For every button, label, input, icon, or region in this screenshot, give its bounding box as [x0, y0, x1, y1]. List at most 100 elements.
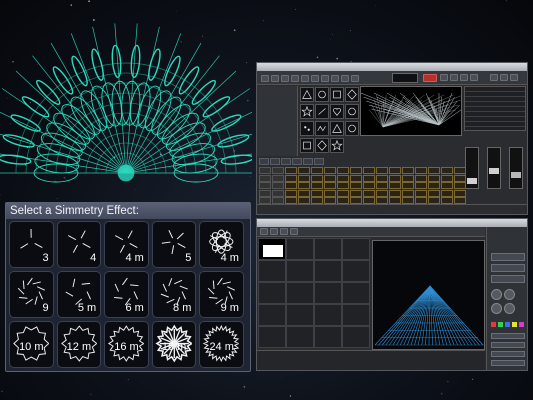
sequence-cell[interactable]	[376, 167, 388, 174]
frame-cell[interactable]	[342, 282, 370, 304]
sequence-cell[interactable]	[441, 197, 453, 204]
size-fader[interactable]	[487, 147, 501, 189]
toolbar-button[interactable]	[290, 228, 298, 235]
toolbar-button[interactable]	[261, 75, 269, 82]
toolbar-button[interactable]	[301, 75, 309, 82]
sequence-cell[interactable]	[350, 182, 362, 189]
sequence-cell[interactable]	[272, 182, 284, 189]
shape-thumbnail[interactable]	[345, 87, 359, 102]
frame-cell[interactable]	[314, 260, 342, 282]
slider-track[interactable]	[491, 342, 525, 348]
frame-cell[interactable]	[314, 282, 342, 304]
sequence-cell[interactable]	[337, 174, 349, 182]
sequence-tab[interactable]	[292, 158, 302, 165]
sequence-cell[interactable]	[441, 182, 453, 189]
frame-cell[interactable]	[258, 260, 286, 282]
sequence-cell[interactable]	[298, 167, 310, 174]
symmetry-option-7[interactable]: 5 m	[56, 271, 102, 318]
color-swatch-green[interactable]	[498, 322, 503, 327]
toolbar-button[interactable]	[460, 74, 468, 81]
shape-thumbnail[interactable]	[315, 104, 329, 119]
rotation-knob[interactable]	[491, 289, 502, 300]
sequence-cell[interactable]	[285, 182, 297, 189]
frame-cell[interactable]	[286, 326, 314, 348]
symmetry-option-12[interactable]: 12 m	[56, 321, 102, 368]
symmetry-option-6[interactable]: 9	[9, 271, 54, 318]
sequence-cell[interactable]	[428, 167, 440, 174]
sequence-cell[interactable]	[259, 167, 271, 174]
symmetry-option-3[interactable]: 4 m	[104, 221, 149, 268]
color-swatch-yellow[interactable]	[512, 322, 517, 327]
sequence-cell[interactable]	[363, 197, 375, 204]
sequence-cell[interactable]	[415, 182, 427, 189]
frame-cell[interactable]	[314, 238, 342, 260]
sequence-cell[interactable]	[337, 167, 349, 174]
toolbar-button[interactable]	[321, 75, 329, 82]
shape-thumbnail[interactable]	[330, 138, 344, 153]
sequence-cell[interactable]	[350, 167, 362, 174]
sequence-cell[interactable]	[454, 197, 466, 204]
sequence-cell[interactable]	[337, 197, 349, 204]
shape-thumbnail[interactable]	[300, 138, 314, 153]
property-field[interactable]	[491, 253, 525, 261]
toolbar-button[interactable]	[291, 75, 299, 82]
sequence-tab[interactable]	[281, 158, 291, 165]
sequence-cell[interactable]	[363, 182, 375, 189]
property-field[interactable]	[491, 275, 525, 283]
sequence-cell[interactable]	[454, 189, 466, 197]
sequence-cell[interactable]	[311, 167, 323, 174]
frame-cell[interactable]	[286, 304, 314, 326]
position-knob[interactable]	[491, 303, 502, 314]
sequence-cell[interactable]	[259, 197, 271, 204]
frame-cell[interactable]	[286, 260, 314, 282]
sequence-tab[interactable]	[314, 158, 324, 165]
sequence-cell[interactable]	[259, 189, 271, 197]
sequence-cell[interactable]	[350, 189, 362, 197]
sequence-cell[interactable]	[454, 167, 466, 174]
toolbar-button[interactable]	[351, 75, 359, 82]
sequence-cell[interactable]	[363, 189, 375, 197]
symmetry-option-14[interactable]: 16 m	[151, 321, 197, 368]
shape-thumbnail[interactable]	[345, 121, 359, 136]
sequence-cell[interactable]	[337, 182, 349, 189]
toolbar-button[interactable]	[271, 75, 279, 82]
sequence-cell[interactable]	[376, 197, 388, 204]
symmetry-option-10[interactable]: 9 m	[199, 271, 244, 318]
sequence-cell[interactable]	[324, 167, 336, 174]
sequence-cell[interactable]	[389, 167, 401, 174]
sequence-cell[interactable]	[350, 174, 362, 182]
toolbar-button[interactable]	[281, 75, 289, 82]
slider-track[interactable]	[491, 360, 525, 366]
symmetry-option-8[interactable]: 6 m	[104, 271, 149, 318]
property-field[interactable]	[491, 264, 525, 272]
sequence-cell[interactable]	[337, 189, 349, 197]
frame-cell[interactable]	[342, 238, 370, 260]
sequence-cell[interactable]	[402, 167, 414, 174]
sequence-cell[interactable]	[402, 182, 414, 189]
shape-thumbnail[interactable]	[330, 121, 344, 136]
symmetry-option-9[interactable]: 8 m	[151, 271, 197, 318]
sequence-tab[interactable]	[270, 158, 280, 165]
sequence-cell[interactable]	[376, 189, 388, 197]
sequence-cell[interactable]	[324, 189, 336, 197]
sequence-cell[interactable]	[311, 174, 323, 182]
shape-thumbnail[interactable]	[315, 121, 329, 136]
sequence-cell[interactable]	[285, 174, 297, 182]
sequence-cell[interactable]	[389, 197, 401, 204]
symmetry-option-11[interactable]: 10 m	[9, 321, 54, 368]
sequence-cell[interactable]	[402, 197, 414, 204]
symmetry-option-1[interactable]: 3	[9, 221, 54, 268]
shape-thumbnail[interactable]	[330, 87, 344, 102]
master-fader[interactable]	[465, 147, 479, 189]
sequence-cell[interactable]	[454, 174, 466, 182]
sequence-cell[interactable]	[415, 197, 427, 204]
frame-cell[interactable]	[314, 326, 342, 348]
sequence-cell[interactable]	[441, 167, 453, 174]
slider-track[interactable]	[491, 333, 525, 339]
sequence-cell[interactable]	[402, 189, 414, 197]
sequence-cell[interactable]	[311, 182, 323, 189]
sequence-cell[interactable]	[324, 197, 336, 204]
toolbar-button[interactable]	[500, 74, 508, 81]
symmetry-option-5[interactable]: 4 m	[199, 221, 244, 268]
sequence-cell[interactable]	[324, 182, 336, 189]
